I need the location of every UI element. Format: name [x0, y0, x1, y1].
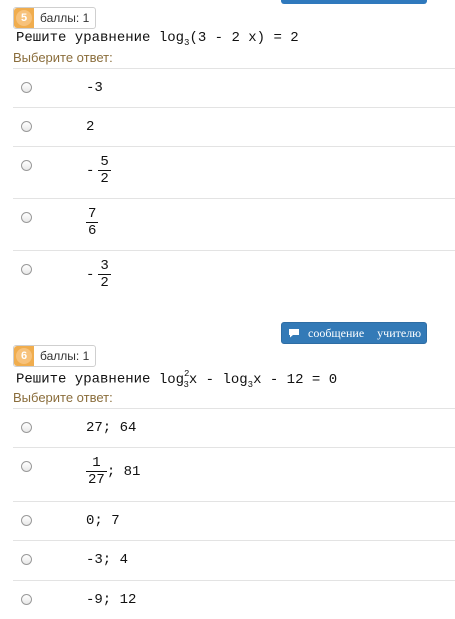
answer-option[interactable]: 7 6 [13, 199, 455, 251]
minus-sign: - [86, 266, 95, 283]
message-button-label: сообщение учителю [308, 325, 422, 340]
choose-answer-label: Выберите ответ: [13, 390, 113, 405]
answer-option[interactable]: 1 27 ; 81 [13, 448, 455, 502]
minus-sign: - [86, 162, 95, 179]
answer-option[interactable]: -3; 4 [13, 541, 455, 581]
points-label: баллы: 1 [40, 349, 90, 363]
equation: log23x - log3x - 12 = 0 [158, 369, 338, 390]
answer-label: -9; 12 [86, 592, 137, 608]
answer-fraction: 7 6 [86, 206, 99, 239]
question-6-header: 6 баллы: 1 [13, 345, 97, 367]
choose-answer-label: Выберите ответ: [13, 50, 113, 65]
denominator: 2 [98, 274, 111, 291]
answer-option[interactable]: - 5 2 [13, 147, 455, 199]
radio-button[interactable] [21, 594, 32, 605]
radio-button[interactable] [21, 264, 32, 275]
fraction: 3 2 [98, 258, 111, 291]
fraction: 5 2 [98, 154, 111, 187]
radio-button[interactable] [21, 212, 32, 223]
question-number: 6 [16, 348, 32, 364]
fraction: 1 27 [86, 455, 107, 488]
radio-button[interactable] [21, 515, 32, 526]
answer-fraction: - 3 2 [86, 258, 111, 291]
radio-button[interactable] [21, 160, 32, 171]
question-6-text: Решите уравнение log23x - log3x - 12 = 0 [16, 369, 338, 390]
question-prefix: Решите уравнение [16, 371, 159, 388]
radio-button[interactable] [21, 422, 32, 433]
radio-button[interactable] [21, 82, 32, 93]
equation: log3(3 - 2 x) = 2 [158, 30, 299, 48]
question-5-header: 5 баллы: 1 [13, 7, 97, 29]
answer-suffix: ; 81 [106, 463, 141, 480]
answer-list-6: 27; 64 1 27 ; 81 0; 7 -3; 4 -9; 12 [13, 408, 455, 619]
question-number: 5 [16, 10, 32, 26]
question-prefix: Решите уравнение [16, 30, 159, 46]
denominator: 6 [86, 222, 99, 239]
radio-button[interactable] [21, 121, 32, 132]
answer-option[interactable]: -9; 12 [13, 581, 455, 619]
answer-label: -3; 4 [86, 552, 129, 568]
denominator: 2 [98, 170, 111, 187]
answer-label: -3 [86, 80, 103, 96]
answer-option[interactable]: 27; 64 [13, 409, 455, 448]
numerator: 1 [92, 455, 101, 471]
answer-label: 27; 64 [86, 420, 137, 436]
radio-button[interactable] [21, 554, 32, 565]
answer-option[interactable]: -3 [13, 69, 455, 108]
answer-option[interactable]: 0; 7 [13, 502, 455, 541]
message-teacher-button[interactable]: сообщение учителю [281, 322, 427, 344]
answer-fraction: - 5 2 [86, 154, 111, 187]
numerator: 7 [88, 206, 97, 222]
denominator: 27 [86, 471, 107, 488]
answer-option[interactable]: - 3 2 [13, 251, 455, 302]
message-icon [289, 329, 299, 338]
answer-fraction: 1 27 ; 81 [86, 455, 140, 488]
answer-option[interactable]: 2 [13, 108, 455, 147]
numerator: 3 [100, 258, 109, 274]
question-number-badge: 5 [14, 8, 34, 28]
question-5-text: Решите уравнение log3(3 - 2 x) = 2 [16, 30, 299, 48]
message-teacher-button-previous[interactable] [281, 0, 427, 4]
answer-list-5: -3 2 - 5 2 7 6 - 3 2 [13, 68, 455, 302]
numerator: 5 [100, 154, 109, 170]
question-number-badge: 6 [14, 346, 34, 366]
fraction: 7 6 [86, 206, 99, 239]
answer-label: 2 [86, 119, 95, 135]
answer-label: 0; 7 [86, 513, 120, 529]
radio-button[interactable] [21, 461, 32, 472]
points-label: баллы: 1 [40, 11, 90, 25]
